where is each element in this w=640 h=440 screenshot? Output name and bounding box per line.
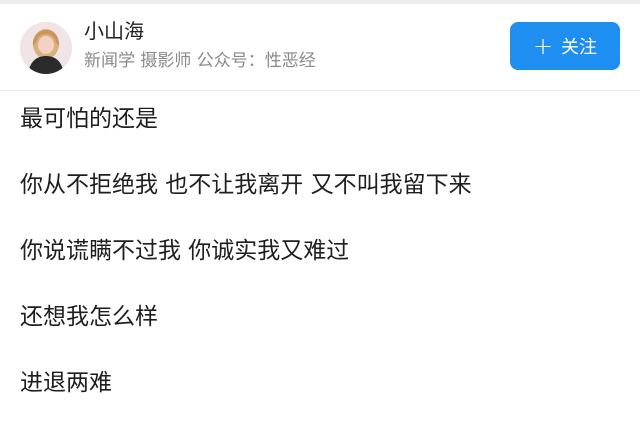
post-header: 小山海 新闻学 摄影师 公众号：性恶经 + 关注: [0, 4, 640, 88]
follow-button[interactable]: + 关注: [510, 22, 620, 70]
post-content: 最可怕的还是 你从不拒绝我 也不让我离开 又不叫我留下来 你说谎瞒不过我 你诚实…: [20, 104, 620, 434]
user-name[interactable]: 小山海: [84, 18, 144, 44]
post-line: 你从不拒绝我 也不让我离开 又不叫我留下来: [20, 172, 472, 198]
user-description: 新闻学 摄影师 公众号：性恶经: [84, 51, 316, 71]
post-line: 你说谎瞒不过我 你诚实我又难过: [20, 238, 350, 264]
divider: [0, 90, 640, 91]
avatar[interactable]: [20, 22, 72, 74]
post-line: 进退两难: [20, 370, 112, 396]
follow-label: 关注: [561, 37, 598, 58]
avatar-photo-icon: [20, 22, 72, 74]
plus-icon: +: [532, 32, 554, 60]
post-line: 还想我怎么样: [20, 304, 158, 330]
post-line: 最可怕的还是: [20, 106, 158, 132]
